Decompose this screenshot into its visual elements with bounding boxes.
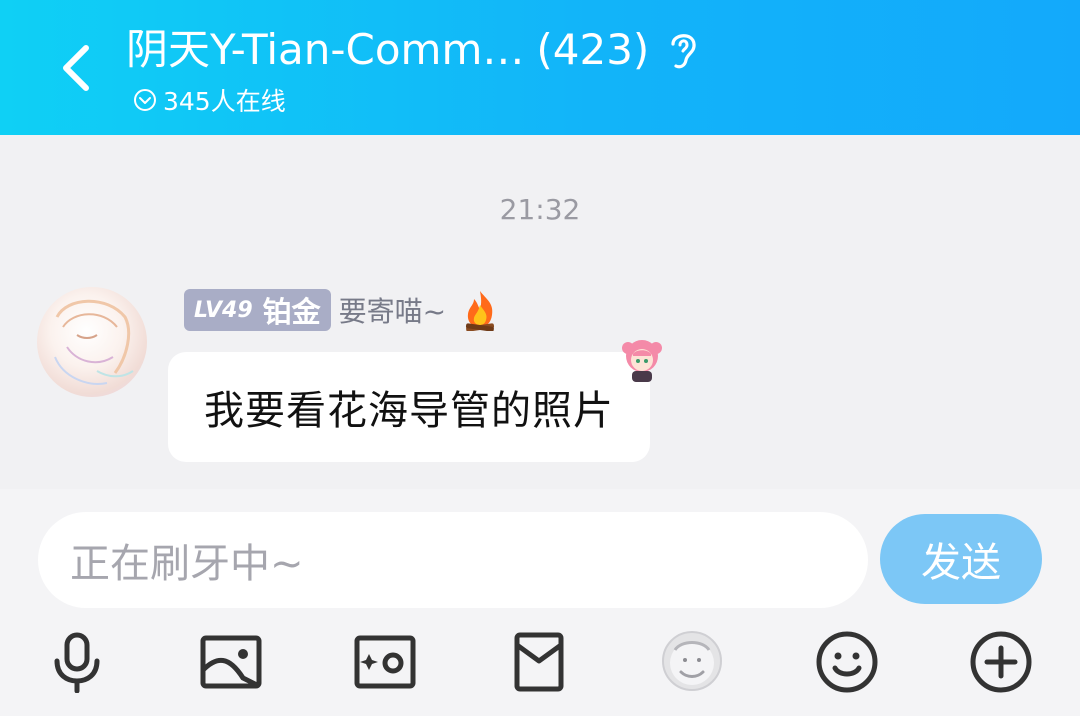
back-button[interactable] (44, 30, 108, 106)
plus-icon[interactable] (968, 629, 1034, 695)
chevron-down-circle-icon (134, 89, 156, 111)
chevron-left-icon (63, 45, 89, 91)
input-toolbar (0, 629, 1080, 695)
group-title-row[interactable]: 阴天Y-Tian-Comm… (423) (126, 22, 701, 78)
sticker-icon[interactable] (660, 629, 724, 693)
input-placeholder: 正在刷牙中~ (70, 541, 304, 587)
message-sender-row: LV49 铂金 要寄喵~ (184, 289, 500, 331)
member-count: (423) (536, 25, 650, 74)
online-count: 345人在线 (163, 87, 286, 116)
level-text: LV49 (194, 297, 253, 323)
input-panel: 正在刷牙中~ 发送 (0, 489, 1080, 716)
rank-text: 铂金 (262, 295, 321, 329)
image-icon[interactable] (198, 629, 264, 695)
ear-icon[interactable] (665, 28, 701, 72)
red-packet-icon[interactable] (506, 629, 572, 695)
emoji-icon[interactable] (814, 629, 880, 695)
message-timestamp: 21:32 (499, 193, 581, 226)
message-bubble[interactable]: 我要看花海导管的照片 (168, 340, 662, 462)
fire-icon (460, 289, 500, 331)
camera-icon[interactable] (352, 629, 418, 695)
chat-header: 阴天Y-Tian-Comm… (423) 345人在线 (0, 0, 1080, 135)
message-list[interactable]: 21:32 LV49 铂金 要寄喵~ 我要看花海导管的照片 (0, 135, 1080, 489)
message-input[interactable]: 正在刷牙中~ (38, 512, 868, 608)
avatar[interactable] (37, 287, 147, 397)
online-status[interactable]: 345人在线 (133, 84, 286, 116)
level-badge[interactable]: LV49 铂金 (184, 289, 331, 331)
sender-nickname[interactable]: 要寄喵~ (339, 290, 446, 330)
send-button[interactable]: 发送 (880, 514, 1042, 604)
microphone-icon[interactable] (44, 629, 110, 695)
message-text: 我要看花海导管的照片 (204, 388, 614, 434)
group-title: 阴天Y-Tian-Comm… (126, 25, 525, 74)
bubble-sticker-icon (616, 334, 668, 386)
